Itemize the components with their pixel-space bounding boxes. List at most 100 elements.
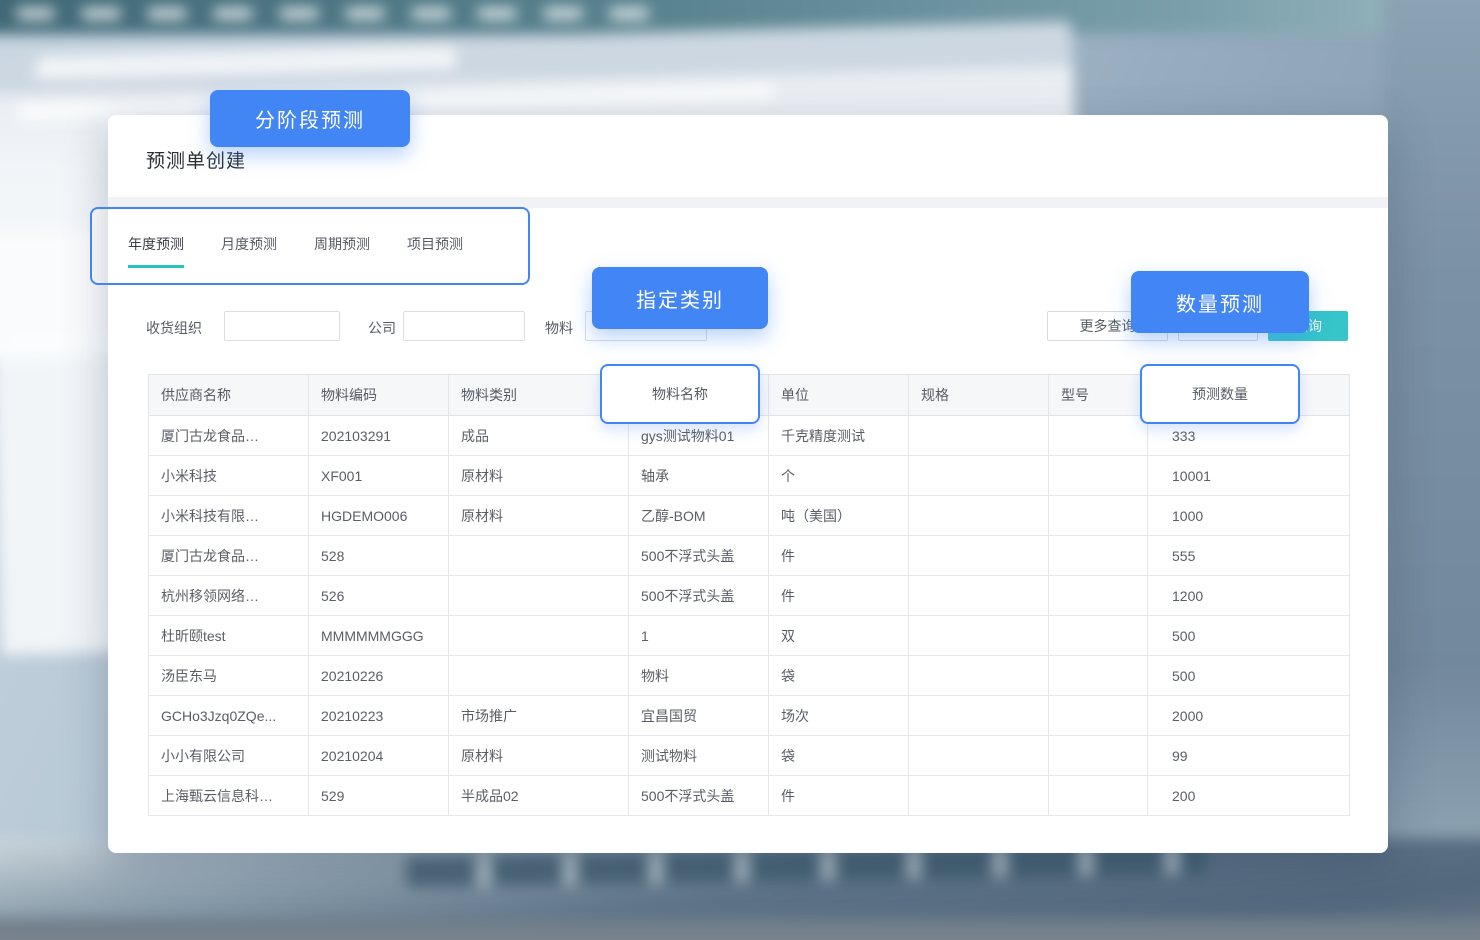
table-cell — [449, 576, 629, 616]
tab-monthly-forecast[interactable]: 月度预测 — [221, 234, 277, 268]
table-cell: 500 — [1148, 656, 1350, 696]
annotation-specified-category: 指定类别 — [592, 267, 768, 329]
material-label: 物料 — [545, 318, 573, 338]
table-cell: 20210223 — [309, 696, 449, 736]
table-row[interactable]: 上海甄云信息科…529半成品02500不浮式头盖件200 — [149, 776, 1350, 816]
table-cell — [1049, 536, 1148, 576]
table-row[interactable]: GCHo3Jzq0ZQe...20210223市场推广宜昌国贸场次2000 — [149, 696, 1350, 736]
table-cell — [1049, 456, 1148, 496]
table-row[interactable]: 杜昕颐testMMMMMMGGG1双500 — [149, 616, 1350, 656]
table-cell: 20210204 — [309, 736, 449, 776]
table-cell: 原材料 — [449, 456, 629, 496]
table-cell — [1049, 616, 1148, 656]
page-title: 预测单创建 — [146, 146, 246, 173]
table-body: 厦门古龙食品…202103291成品gys测试物料01千克精度测试333小米科技… — [149, 416, 1350, 816]
table-cell: 1 — [629, 616, 769, 656]
forecast-table: 供应商名称物料编码物料类别物料名称单位规格型号预测数量 厦门古龙食品…20210… — [148, 374, 1350, 816]
receiving-org-input[interactable] — [224, 311, 340, 341]
column-header[interactable]: 型号 — [1049, 375, 1148, 416]
table-cell — [1049, 776, 1148, 816]
table-cell: 10001 — [1148, 456, 1350, 496]
table-row[interactable]: 杭州移领网络…526 500不浮式头盖件 1200 — [149, 576, 1350, 616]
table-cell: 500不浮式头盖 — [629, 576, 769, 616]
table-cell: 件 — [769, 776, 909, 816]
table-cell — [909, 576, 1049, 616]
tab-period-forecast[interactable]: 周期预测 — [314, 234, 370, 268]
table-cell: 轴承 — [629, 456, 769, 496]
table-cell — [449, 616, 629, 656]
table-cell — [449, 536, 629, 576]
table-cell: 200 — [1148, 776, 1350, 816]
table-cell: 宜昌国贸 — [629, 696, 769, 736]
table-cell: 526 — [309, 576, 449, 616]
table-cell: 千克精度测试 — [769, 416, 909, 456]
table-cell — [909, 696, 1049, 736]
table-cell: 杭州移领网络… — [149, 576, 309, 616]
tab-annual-forecast[interactable]: 年度预测 — [128, 234, 184, 268]
table-cell: 555 — [1148, 536, 1350, 576]
annotation-forecast-qty-header: 预测数量 — [1140, 364, 1300, 424]
table-cell: 小米科技有限… — [149, 496, 309, 536]
table-cell: 件 — [769, 576, 909, 616]
column-header[interactable]: 单位 — [769, 375, 909, 416]
tab-project-forecast[interactable]: 项目预测 — [407, 234, 463, 268]
table-cell: 袋 — [769, 656, 909, 696]
table-cell: 500不浮式头盖 — [629, 776, 769, 816]
table-row[interactable]: 小米科技XF001原材料轴承个10001 — [149, 456, 1350, 496]
table-cell: 测试物料 — [629, 736, 769, 776]
table-cell: 市场推广 — [449, 696, 629, 736]
annotation-material-name-header: 物料名称 — [600, 364, 760, 424]
table-cell: 原材料 — [449, 736, 629, 776]
table-row[interactable]: 小小有限公司20210204原材料测试物料袋99 — [149, 736, 1350, 776]
table-cell — [909, 616, 1049, 656]
table-cell: 吨（美国） — [769, 496, 909, 536]
column-header[interactable]: 规格 — [909, 375, 1049, 416]
table-cell: 原材料 — [449, 496, 629, 536]
table-row[interactable]: 厦门古龙食品…528500不浮式头盖件555 — [149, 536, 1350, 576]
table-cell: 乙醇-BOM — [629, 496, 769, 536]
table-cell: 上海甄云信息科… — [149, 776, 309, 816]
table-cell: 个 — [769, 456, 909, 496]
table-cell: 杜昕颐test — [149, 616, 309, 656]
table-cell: 双 — [769, 616, 909, 656]
table-cell: 件 — [769, 536, 909, 576]
table-cell — [909, 656, 1049, 696]
table-cell: 202103291 — [309, 416, 449, 456]
table-cell — [909, 776, 1049, 816]
table-cell: 汤臣东马 — [149, 656, 309, 696]
table-cell: 1000 — [1148, 496, 1350, 536]
column-header[interactable]: 物料编码 — [309, 375, 449, 416]
table-cell — [909, 456, 1049, 496]
table-cell: 物料 — [629, 656, 769, 696]
annotation-phased-forecast: 分阶段预测 — [210, 90, 410, 147]
table-cell — [1049, 736, 1148, 776]
table-cell: HGDEMO006 — [309, 496, 449, 536]
table-cell: XF001 — [309, 456, 449, 496]
table-cell: 20210226 — [309, 656, 449, 696]
annotation-quantity-forecast: 数量预测 — [1131, 271, 1309, 333]
table-cell: 半成品02 — [449, 776, 629, 816]
background-desk — [0, 918, 1480, 940]
column-header[interactable]: 供应商名称 — [149, 375, 309, 416]
table-cell — [1049, 656, 1148, 696]
table-cell: MMMMMMGGG — [309, 616, 449, 656]
forecast-tabs: 年度预测 月度预测 周期预测 项目预测 — [128, 234, 463, 268]
table-row[interactable]: 汤臣东马20210226 物料袋 500 — [149, 656, 1350, 696]
company-label: 公司 — [368, 318, 396, 338]
table-cell: 场次 — [769, 696, 909, 736]
company-input[interactable] — [403, 311, 525, 341]
table-row[interactable]: 小米科技有限…HGDEMO006原材料乙醇-BOM吨（美国） 1000 — [149, 496, 1350, 536]
table-cell — [449, 656, 629, 696]
table-cell — [909, 736, 1049, 776]
table-cell: 528 — [309, 536, 449, 576]
table-cell: 1200 — [1148, 576, 1350, 616]
table-cell — [909, 496, 1049, 536]
table-cell — [1049, 496, 1148, 536]
table-cell — [909, 416, 1049, 456]
screen: 预测单创建 年度预测 月度预测 周期预测 项目预测 收货组织 公司 物料 更多查… — [0, 0, 1480, 940]
table-cell: 袋 — [769, 736, 909, 776]
table-cell — [909, 536, 1049, 576]
table-cell: GCHo3Jzq0ZQe... — [149, 696, 309, 736]
background-menu-items — [16, 8, 656, 19]
table-cell — [1049, 576, 1148, 616]
